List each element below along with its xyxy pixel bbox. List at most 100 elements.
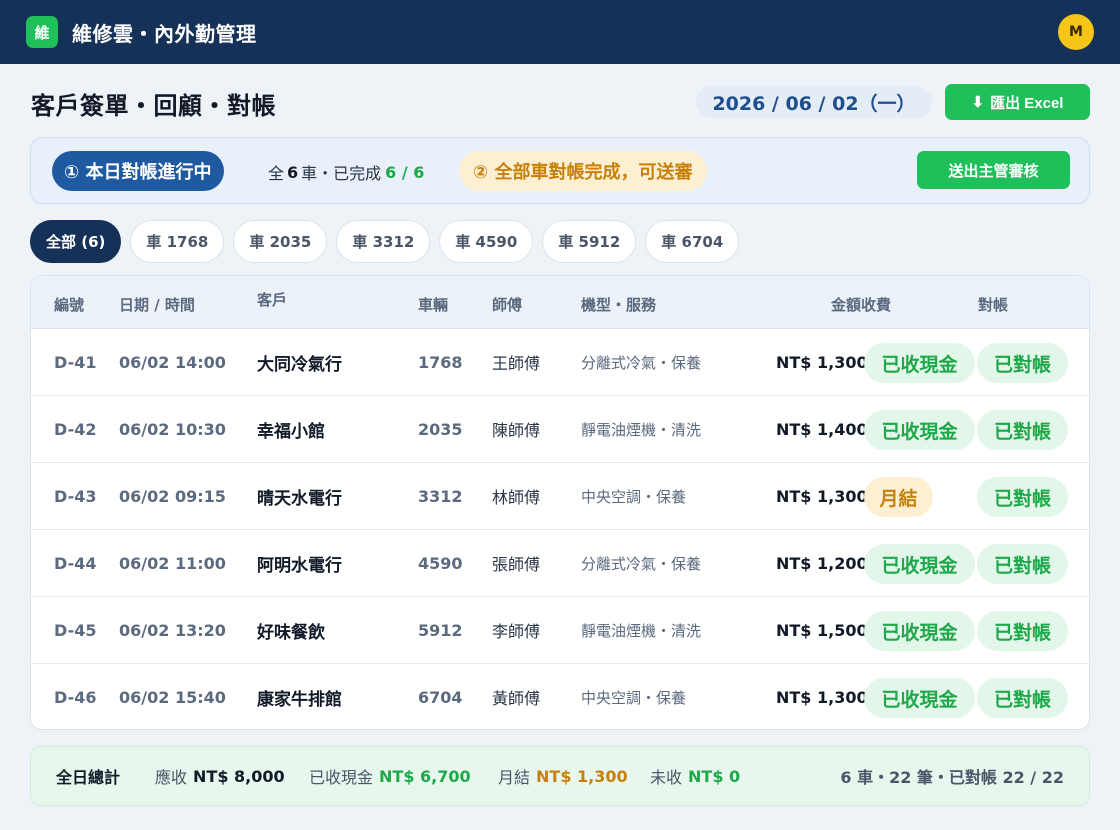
- filter-chip-car[interactable]: 車 1768: [130, 220, 225, 263]
- col-header-reconcile: 對帳: [978, 296, 1009, 314]
- row-datetime: 06/02 15:40: [119, 687, 226, 707]
- row-amount: NT$ 1,200: [776, 553, 868, 573]
- payment-status-badge[interactable]: 已收現金: [864, 611, 975, 651]
- table-row[interactable]: D-42 06/02 10:30 幸福小館 2035 陳師傅 靜電油煙機・清洗 NT$ 1,…: [31, 396, 1089, 463]
- reconcile-status-badge[interactable]: 已對帳: [977, 611, 1068, 651]
- row-car: 6704: [418, 687, 463, 707]
- totals-summary: 6 車・22 筆・已對帳 22 / 22: [840, 768, 1064, 787]
- orders-table: 編號 日期 / 時間 客戶 車輛 師傅 機型・服務 金額收費 對帳 D-41 06…: [30, 275, 1090, 730]
- export-excel-button[interactable]: ⬇ 匯出 Excel: [945, 84, 1090, 120]
- row-car: 1768: [418, 352, 463, 372]
- summary-mid: 車・已完成: [301, 164, 382, 183]
- col-header-car: 車輛: [418, 296, 449, 314]
- row-technician: 張師傅: [492, 555, 541, 574]
- row-datetime: 06/02 13:20: [119, 620, 226, 640]
- col-header-service: 機型・服務: [581, 296, 657, 314]
- table-row[interactable]: D-43 06/02 09:15 晴天水電行 3312 林師傅 中央空調・保養 NT$ 1,…: [31, 463, 1089, 530]
- row-datetime: 06/02 14:00: [119, 352, 226, 372]
- row-customer[interactable]: 幸福小館: [257, 396, 325, 462]
- row-amount: NT$ 1,300: [776, 486, 868, 506]
- row-car: 2035: [418, 419, 463, 439]
- row-amount: NT$ 1,400: [776, 419, 868, 439]
- summary-car-count: 6: [287, 162, 299, 182]
- filter-chip-car[interactable]: 車 3312: [336, 220, 431, 263]
- filter-chip-car[interactable]: 車 6704: [645, 220, 740, 263]
- reconcile-status-badge[interactable]: 已對帳: [977, 410, 1068, 450]
- row-id: D-44: [54, 553, 97, 573]
- row-customer[interactable]: 晴天水電行: [257, 463, 342, 529]
- reconcile-status-badge[interactable]: 已對帳: [977, 343, 1068, 383]
- user-avatar[interactable]: M: [1058, 14, 1094, 50]
- car-filter-chips: 全部 (6) 車 1768 車 2035 車 3312 車 4590 車 591…: [30, 220, 740, 263]
- summary-prefix: 全: [268, 164, 285, 183]
- col-header-technician: 師傅: [492, 296, 523, 314]
- reconcile-status-panel: ① 本日對帳進行中 全 6 車・已完成 6 / 6 ② 全部車對帳完成，可送審 …: [30, 137, 1090, 204]
- totals-unpaid-value: NT$ 0: [688, 766, 741, 786]
- totals-cash: 已收現金 NT$ 6,700: [309, 747, 471, 805]
- payment-status-badge[interactable]: 已收現金: [864, 343, 975, 383]
- row-customer[interactable]: 阿明水電行: [257, 530, 342, 596]
- totals-title: 全日總計: [56, 768, 121, 787]
- row-id: D-45: [54, 620, 97, 640]
- totals-monthly-label: 月結: [498, 768, 531, 787]
- submit-review-button[interactable]: 送出主管審核: [917, 151, 1070, 189]
- row-customer[interactable]: 大同冷氣行: [257, 329, 342, 395]
- row-technician: 陳師傅: [492, 421, 541, 440]
- payment-status-badge[interactable]: 月結: [864, 477, 933, 517]
- table-row[interactable]: D-45 06/02 13:20 好味餐飲 5912 李師傅 靜電油煙機・清洗 NT$ 1,…: [31, 597, 1089, 664]
- row-datetime: 06/02 11:00: [119, 553, 226, 573]
- row-service: 分離式冷氣・保養: [581, 554, 702, 573]
- filter-chip-car[interactable]: 車 4590: [439, 220, 534, 263]
- reconcile-status-badge[interactable]: 已對帳: [977, 544, 1068, 584]
- app-title: 維修雲・內外勤管理: [72, 21, 257, 46]
- row-amount: NT$ 1,500: [776, 620, 868, 640]
- totals-cash-label: 已收現金: [309, 768, 374, 787]
- export-excel-label: 匯出 Excel: [990, 94, 1064, 112]
- payment-status-badge[interactable]: 已收現金: [864, 678, 975, 718]
- table-row[interactable]: D-41 06/02 14:00 大同冷氣行 1768 王師傅 分離式冷氣・保養 NT$ 1…: [31, 329, 1089, 396]
- totals-unpaid-label: 未收: [650, 768, 683, 787]
- row-amount: NT$ 1,300: [776, 687, 868, 707]
- app-logo: 維: [26, 16, 58, 48]
- daily-totals-bar: 全日總計 應收 NT$ 8,000 已收現金 NT$ 6,700 月結 NT$ …: [30, 746, 1090, 806]
- reconcile-status-badge[interactable]: 已對帳: [977, 678, 1068, 718]
- totals-cash-value: NT$ 6,700: [379, 766, 471, 786]
- row-datetime: 06/02 10:30: [119, 419, 226, 439]
- table-row[interactable]: D-44 06/02 11:00 阿明水電行 4590 張師傅 分離式冷氣・保養 NT$ 1…: [31, 530, 1089, 597]
- filter-chip-car[interactable]: 車 5912: [542, 220, 637, 263]
- reconcile-status-badge[interactable]: 已對帳: [977, 477, 1068, 517]
- col-header-datetime: 日期 / 時間: [119, 296, 195, 314]
- table-header: 編號 日期 / 時間 客戶 車輛 師傅 機型・服務 金額收費 對帳: [31, 276, 1089, 329]
- row-service: 靜電油煙機・清洗: [581, 621, 702, 640]
- row-service: 靜電油煙機・清洗: [581, 420, 702, 439]
- row-amount: NT$ 1,300: [776, 352, 868, 372]
- filter-chip-car[interactable]: 車 2035: [233, 220, 328, 263]
- row-customer[interactable]: 康家牛排館: [257, 664, 342, 729]
- totals-monthly-value: NT$ 1,300: [536, 766, 628, 786]
- row-technician: 王師傅: [492, 354, 541, 373]
- totals-unpaid: 未收 NT$ 0: [650, 747, 740, 805]
- row-customer[interactable]: 好味餐飲: [257, 597, 325, 663]
- download-icon: ⬇: [971, 94, 985, 111]
- filter-chip-all[interactable]: 全部 (6): [30, 220, 122, 263]
- totals-monthly: 月結 NT$ 1,300: [498, 747, 628, 805]
- page-title: 客戶簽單・回顧・對帳: [31, 92, 276, 120]
- row-technician: 李師傅: [492, 622, 541, 641]
- payment-status-badge[interactable]: 已收現金: [864, 544, 975, 584]
- col-header-amount: 金額收費: [831, 296, 892, 314]
- row-car: 3312: [418, 486, 463, 506]
- date-selector[interactable]: 2026 / 06 / 02（一）: [696, 86, 932, 118]
- table-row[interactable]: D-46 06/02 15:40 康家牛排館 6704 黃師傅 中央空調・保養 NT$ 1,…: [31, 664, 1089, 729]
- totals-due: 應收 NT$ 8,000: [155, 747, 285, 805]
- row-technician: 林師傅: [492, 488, 541, 507]
- row-id: D-41: [54, 352, 97, 372]
- progress-summary: 全 6 車・已完成 6 / 6: [268, 160, 424, 184]
- step-ready-badge: ② 全部車對帳完成，可送審: [459, 151, 707, 191]
- row-technician: 黃師傅: [492, 689, 541, 708]
- row-id: D-43: [54, 486, 97, 506]
- row-service: 中央空調・保養: [581, 487, 687, 506]
- payment-status-badge[interactable]: 已收現金: [864, 410, 975, 450]
- row-id: D-46: [54, 687, 97, 707]
- row-service: 中央空調・保養: [581, 688, 687, 707]
- top-bar: 維 維修雲・內外勤管理 M: [0, 0, 1120, 64]
